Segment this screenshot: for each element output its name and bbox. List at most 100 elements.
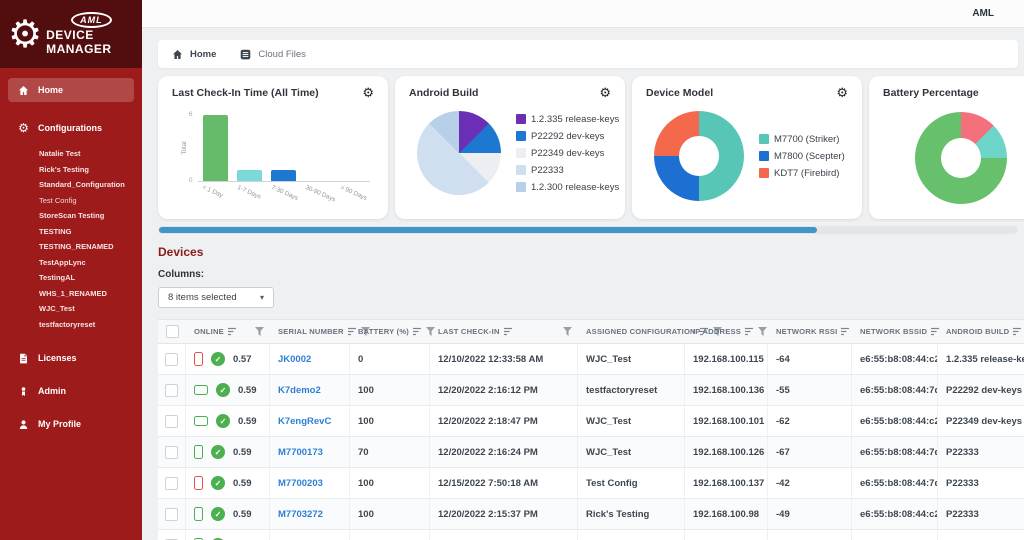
card-settings-gear-icon[interactable] <box>362 87 374 100</box>
columns-multiselect[interactable]: 8 items selected <box>158 287 274 308</box>
sidebar-config-item[interactable]: testfactoryreset <box>39 317 142 333</box>
sidebar-config-item[interactable]: WHS_1_RENAMED <box>39 286 142 302</box>
dashboard-cards: Last Check-In Time (All Time) Total 6 0 … <box>158 76 1024 219</box>
column-header-label: SERIAL NUMBER <box>278 327 344 336</box>
last-checkin-cell: 12/20/2022 2:15:37 PM <box>430 499 578 529</box>
logo-line1: DEVICE <box>46 28 94 43</box>
sidebar-config-item[interactable]: Rick's Testing <box>39 162 142 178</box>
sidebar-item-admin[interactable]: Admin <box>0 379 142 403</box>
android-build-cell: P22333 <box>938 468 1024 498</box>
select-all-checkbox[interactable] <box>166 325 179 338</box>
row-checkbox[interactable] <box>165 445 178 459</box>
android-build-cell: P22333 <box>938 530 1024 540</box>
online-value: 0.57 <box>233 353 252 365</box>
device-tablet-green-icon <box>194 416 208 426</box>
online-cell: 0.59 <box>186 530 270 540</box>
sort-icon[interactable] <box>745 327 754 336</box>
bar-slot: 1-7 Days <box>235 114 265 201</box>
serial-number-link[interactable]: JK0002 <box>270 344 350 374</box>
sidebar-item-home[interactable]: Home <box>8 78 134 102</box>
sidebar-config-item[interactable]: TESTING_RENAMED <box>39 239 142 255</box>
card-battery-percentage: Battery Percentage <box>869 76 1024 219</box>
admin-icon <box>18 386 29 397</box>
chart-legend: 1.2.335 release-keys P22292 dev-keys P2234… <box>516 114 619 193</box>
column-header-network-rssi: NETWORK RSSI <box>768 320 852 343</box>
column-header-label: ASSIGNED CONFIGURATION <box>586 327 696 336</box>
row-checkbox[interactable] <box>165 507 178 521</box>
x-tick-label: 1-7 Days <box>235 184 262 201</box>
battery-percentage-donut-chart <box>915 112 1007 204</box>
sidebar-config-item[interactable]: TESTING <box>39 224 142 240</box>
ip-address-cell: 192.168.100.98 <box>685 499 768 529</box>
card-settings-gear-icon[interactable] <box>836 87 848 100</box>
table-row[interactable]: 0.59 K7demo210012/20/2022 2:16:12 PMtestf… <box>158 375 1024 406</box>
y-axis-label: Total <box>181 140 189 155</box>
network-bssid-cell: e6:55:b8:08:44:c2 <box>852 499 938 529</box>
breadcrumb-cloud-files[interactable]: Cloud Files <box>240 49 306 60</box>
sort-icon[interactable] <box>841 327 850 336</box>
sidebar-item-my-profile[interactable]: My Profile <box>0 412 142 436</box>
column-header-label: ANDROID BUILD <box>946 327 1010 336</box>
filter-funnel-icon[interactable] <box>563 327 572 336</box>
row-checkbox[interactable] <box>165 383 178 397</box>
sidebar-item-configurations[interactable]: Configurations <box>0 116 142 140</box>
sidebar-config-item[interactable]: TestingAL <box>39 270 142 286</box>
sidebar-item-licenses[interactable]: Licenses <box>0 346 142 370</box>
sidebar-config-item[interactable]: StoreScan Testing <box>39 208 142 224</box>
card-settings-gear-icon[interactable] <box>599 87 611 100</box>
bar-slot: > 90 Days <box>338 114 368 202</box>
home-icon <box>172 49 183 60</box>
sidebar-config-item[interactable]: TestAppLync <box>39 255 142 271</box>
legend-label: P22349 dev-keys <box>531 147 605 159</box>
android-build-cell: P22292 dev-keys <box>938 375 1024 405</box>
card-title: Android Build <box>409 87 479 99</box>
row-checkbox[interactable] <box>165 352 178 366</box>
serial-number-link[interactable]: K7demo2 <box>270 375 350 405</box>
table-row[interactable]: 0.59 M770020310012/15/2022 7:50:18 AMTest… <box>158 468 1024 499</box>
sidebar-config-item[interactable]: WJC_Test <box>39 301 142 317</box>
sidebar-config-item[interactable]: Natalie Test <box>39 146 142 162</box>
filter-funnel-icon[interactable] <box>758 327 767 336</box>
serial-number-link[interactable]: M7703272 <box>270 499 350 529</box>
sidebar-config-item[interactable]: Test Config <box>39 193 142 209</box>
bar-slot: < 1 Day <box>200 114 230 199</box>
legend-label: M7800 (Scepter) <box>774 150 845 162</box>
battery-cell: 0 <box>350 344 430 374</box>
table-row[interactable]: 0.59 M77001737012/20/2022 2:16:24 PMWJC_T… <box>158 437 1024 468</box>
online-check-icon <box>211 507 225 521</box>
ip-address-cell: 192.168.100.128 <box>685 530 768 540</box>
scrollbar-thumb[interactable] <box>159 227 817 233</box>
sort-icon[interactable] <box>503 327 513 336</box>
table-row[interactable]: 0.59M77eng0610012/20/2022 2:16:26 PMtest… <box>158 530 1024 540</box>
sidebar-config-item[interactable]: Standard_Configuration <box>39 177 142 193</box>
sort-icon[interactable] <box>227 327 237 336</box>
sort-icon[interactable] <box>413 327 422 336</box>
filter-funnel-icon[interactable] <box>255 327 264 336</box>
table-row[interactable]: 0.59 K7engRevC10012/20/2022 2:18:47 PMWJC… <box>158 406 1024 437</box>
row-checkbox-cell <box>158 437 186 467</box>
row-checkbox[interactable] <box>165 476 178 490</box>
serial-number-link[interactable]: K7engRevC <box>270 406 350 436</box>
legend-swatch <box>759 168 769 178</box>
serial-number-link[interactable]: M7700173 <box>270 437 350 467</box>
breadcrumb-home[interactable]: Home <box>172 49 216 60</box>
legend-item: P22349 dev-keys <box>516 148 619 159</box>
row-checkbox-cell <box>158 499 186 529</box>
table-row[interactable]: 0.57 JK0002012/10/2022 12:33:58 AMWJC_Tes… <box>158 344 1024 375</box>
assigned-configuration-cell: Test Config <box>578 468 685 498</box>
chart-legend: M7700 (Striker) M7800 (Scepter) KDT7 (Fire… <box>759 134 845 179</box>
home-icon <box>18 85 29 96</box>
horizontal-scrollbar[interactable] <box>158 226 1018 234</box>
legend-swatch <box>759 134 769 144</box>
user-menu[interactable]: AML <box>972 8 994 19</box>
serial-number-link[interactable]: M7700203 <box>270 468 350 498</box>
table-row[interactable]: 0.59 M770327210012/20/2022 2:15:37 PMRick… <box>158 499 1024 530</box>
online-value: 0.59 <box>233 508 252 520</box>
bar <box>237 170 263 181</box>
sidebar-item-label: Configurations <box>38 123 102 133</box>
row-checkbox[interactable] <box>165 414 178 428</box>
serial-number-link[interactable]: M77eng06 <box>270 530 350 540</box>
sort-icon[interactable] <box>1013 327 1022 336</box>
column-header-battery-: BATTERY (%) <box>350 320 435 343</box>
column-header-label: IP ADDRESS <box>693 327 741 336</box>
